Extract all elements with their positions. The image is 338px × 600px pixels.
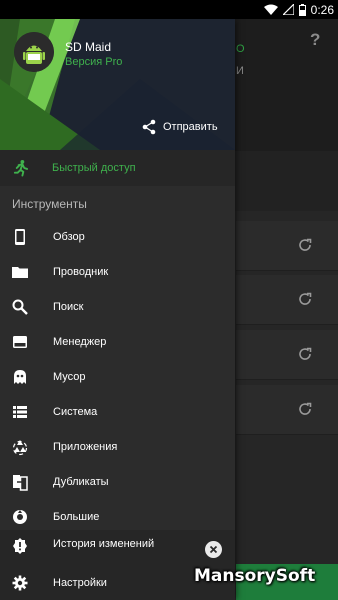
- phone-icon: [15, 229, 25, 245]
- share-button[interactable]: Отправить: [141, 119, 218, 135]
- refresh-icon[interactable]: [296, 236, 314, 254]
- navigation-drawer: SD Maid Версия Pro Отправить Быстрый дос…: [0, 19, 235, 600]
- refresh-icon[interactable]: [296, 345, 314, 363]
- menu-item-duplicates[interactable]: Дубликаты: [0, 465, 235, 500]
- menu-item-label: Дубликаты: [53, 476, 109, 488]
- background-gray-text: И: [236, 65, 244, 77]
- avatar[interactable]: [14, 32, 54, 72]
- watermark: MansorySoft: [194, 566, 316, 586]
- background-green-text: O: [236, 43, 245, 55]
- drawer-footer: История изменений Настройки: [0, 530, 235, 600]
- share-icon: [142, 119, 156, 135]
- refresh-icon[interactable]: [296, 400, 314, 418]
- menu-item-label: Обзор: [53, 231, 85, 243]
- refresh-icon[interactable]: [296, 290, 314, 308]
- menu-item-trash[interactable]: Мусор: [0, 360, 235, 395]
- menu-item-apps[interactable]: Приложения: [0, 430, 235, 465]
- recycle-icon: [12, 440, 28, 456]
- changelog-label: История изменений: [53, 538, 155, 550]
- menu-item-label: Мусор: [53, 371, 86, 383]
- background-card[interactable]: [236, 221, 338, 271]
- large-files-icon: [13, 510, 27, 524]
- quick-access-label: Быстрый доступ: [52, 162, 136, 174]
- folder-icon: [12, 267, 28, 278]
- search-icon: [12, 299, 28, 315]
- menu-item-label: Менеджер: [53, 336, 107, 348]
- tools-section-title: Инструменты: [12, 197, 87, 211]
- background-card[interactable]: [236, 275, 338, 325]
- menu-item-search[interactable]: Поиск: [0, 290, 235, 325]
- menu-item-label: Большие: [53, 511, 100, 523]
- share-label: Отправить: [163, 121, 218, 133]
- close-icon: [209, 545, 218, 554]
- list-icon: [13, 406, 27, 418]
- ghost-icon: [14, 370, 26, 384]
- gear-icon: [12, 575, 28, 591]
- clock: 0:26: [310, 2, 334, 17]
- app-version: Версия Pro: [65, 56, 123, 68]
- battery-icon: [298, 3, 306, 16]
- help-icon[interactable]: ?: [310, 30, 320, 50]
- status-bar: 0:26: [0, 0, 338, 19]
- menu-item-label: Проводник: [53, 266, 109, 278]
- wifi-icon: [263, 4, 278, 15]
- background-card[interactable]: [236, 385, 338, 435]
- menu-item-label: Система: [53, 406, 98, 418]
- menu-item-system[interactable]: Система: [0, 395, 235, 430]
- settings-label: Настройки: [53, 577, 107, 589]
- badge-alert-icon: [13, 538, 27, 554]
- dismiss-button[interactable]: [205, 541, 222, 558]
- menu-item-manager[interactable]: Менеджер: [0, 325, 235, 360]
- menu-item-explorer[interactable]: Проводник: [0, 255, 235, 290]
- menu-item-label: Поиск: [53, 301, 84, 313]
- menu-item-label: Приложения: [53, 441, 118, 453]
- app-manager-icon: [13, 336, 27, 348]
- status-icons: 0:26: [263, 2, 334, 17]
- menu-item-overview[interactable]: Обзор: [0, 220, 235, 255]
- signal-icon: [282, 4, 294, 15]
- android-maid-icon: [14, 32, 54, 72]
- duplicates-icon: [13, 475, 28, 491]
- changelog-item[interactable]: История изменений: [0, 532, 235, 566]
- drawer-header: SD Maid Версия Pro Отправить: [0, 19, 235, 150]
- running-person-icon: [13, 159, 29, 177]
- app-name: SD Maid: [65, 40, 112, 54]
- quick-access-item[interactable]: Быстрый доступ: [0, 150, 235, 186]
- background-card[interactable]: [236, 330, 338, 380]
